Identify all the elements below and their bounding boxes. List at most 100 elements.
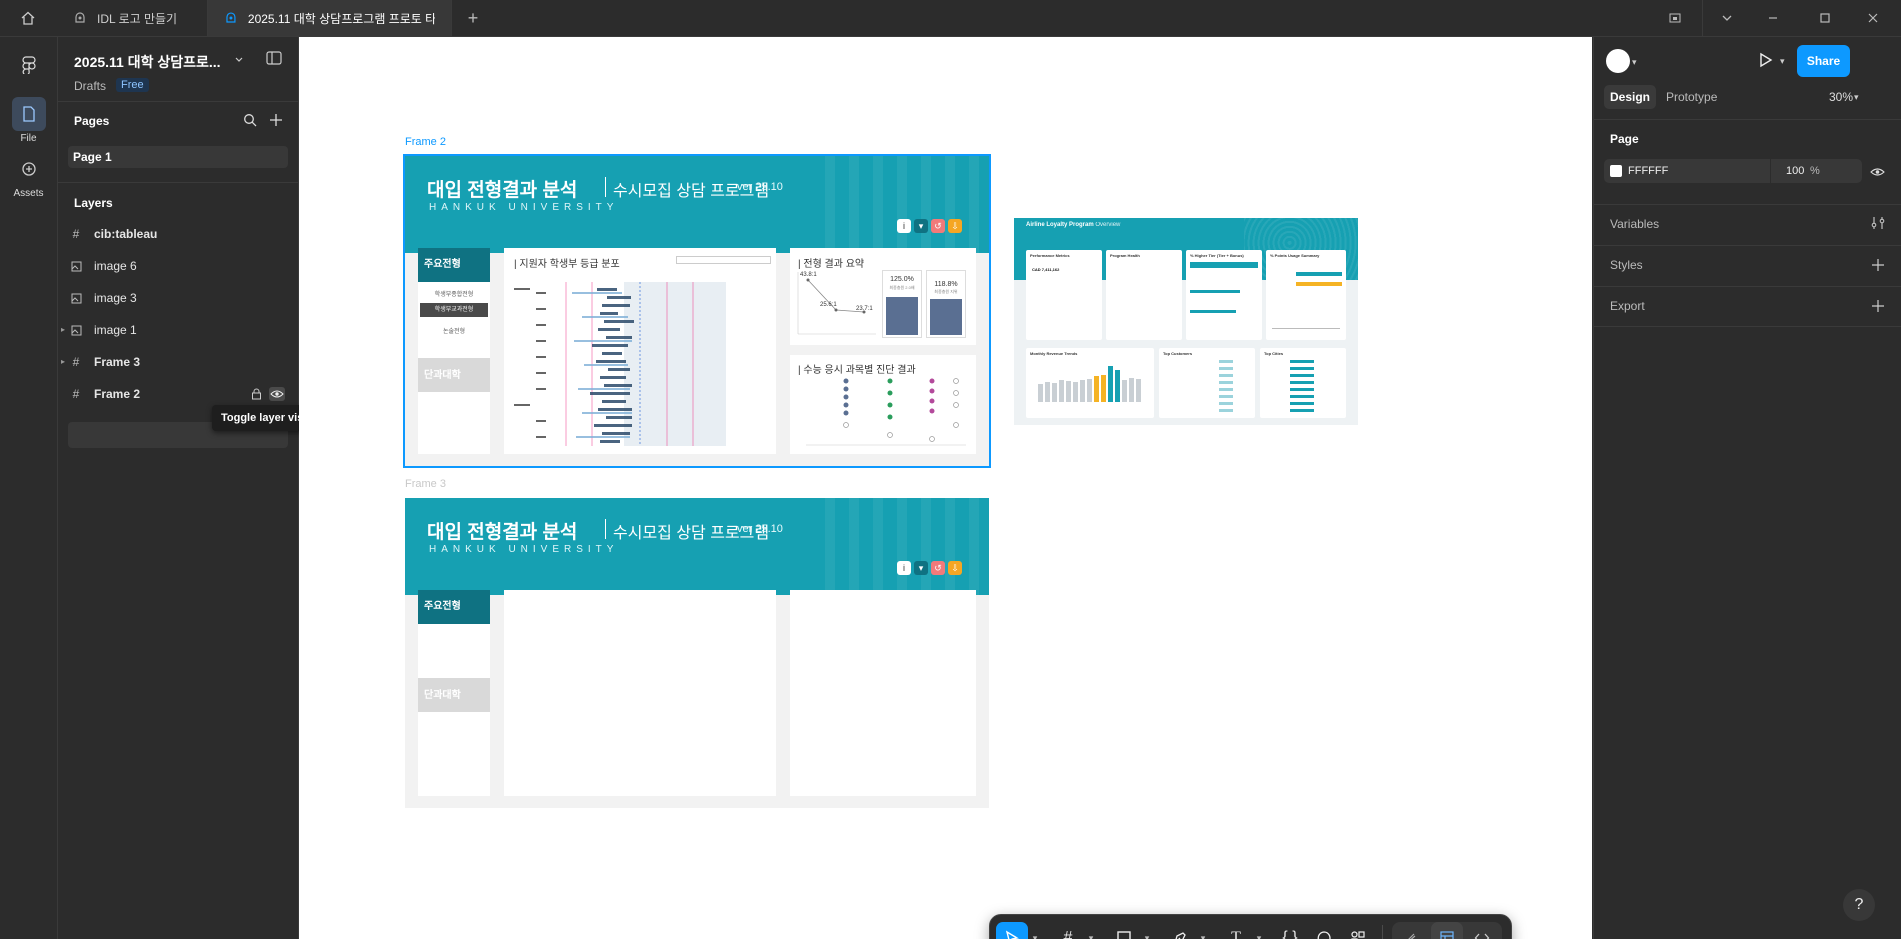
new-tab-plus-icon[interactable]: + <box>462 8 484 28</box>
help-button[interactable]: ? <box>1843 889 1875 921</box>
expand-chevron-icon[interactable]: ▸ <box>61 357 65 366</box>
college-section[interactable]: 단과대학 <box>418 678 490 712</box>
panel-icon[interactable] <box>1664 8 1686 28</box>
share-button[interactable]: Share <box>1797 45 1850 77</box>
chevron-down-icon[interactable] <box>1716 8 1738 28</box>
pen-tool-icon[interactable] <box>1164 922 1196 939</box>
header-title: 대입 전형결과 분석 <box>427 180 578 201</box>
frame-2-label[interactable]: Frame 2 <box>405 136 446 148</box>
divider <box>605 519 606 539</box>
result-summary-panel: | 전형 결과 요약 43.8:1 25.6:1 23.7:1 125.0% 최… <box>790 248 976 345</box>
info-icon[interactable]: i <box>897 561 911 575</box>
play-icon[interactable] <box>1756 51 1776 71</box>
tab-counseling-program[interactable]: 2025.11 대학 상담프로그램 프로토 타 <box>208 0 452 36</box>
file-location[interactable]: Drafts <box>74 79 106 93</box>
tab-design[interactable]: Design <box>1604 85 1656 109</box>
design-mode-icon[interactable] <box>1431 922 1463 939</box>
plan-badge[interactable]: Free <box>116 78 149 92</box>
page-opacity[interactable]: 100 <box>1786 165 1804 177</box>
page-color-hex[interactable]: FFFFFF <box>1628 165 1668 177</box>
reset-icon[interactable]: ↺ <box>931 219 945 233</box>
page-color-field[interactable]: FFFFFF 100 % <box>1604 159 1862 183</box>
divider <box>1594 325 1901 327</box>
variables-heading[interactable]: Variables <box>1610 217 1659 231</box>
expand-chevron-icon[interactable]: ▸ <box>61 325 65 334</box>
airline-title: Airline Loyalty Program <box>1026 222 1094 228</box>
card-title: Top Customers <box>1163 351 1193 356</box>
avatar[interactable] <box>1606 49 1630 73</box>
competition-line-chart <box>797 272 876 335</box>
export-heading[interactable]: Export <box>1610 299 1645 313</box>
frame-tool-icon[interactable]: # <box>1052 922 1084 939</box>
chevron-down-icon[interactable]: ▾ <box>1030 933 1040 939</box>
figma-logo-icon[interactable] <box>12 48 46 82</box>
maximize-icon[interactable] <box>1814 8 1836 28</box>
dashboard-card: Performance Metrics CAD 7,411,162 <box>1026 250 1102 340</box>
sidebar-item[interactable]: 학생부종합전형 <box>418 289 490 298</box>
chevron-down-icon[interactable]: ▾ <box>1780 56 1785 67</box>
sidebar-toggle-icon[interactable] <box>266 51 282 67</box>
chevron-down-icon[interactable]: ▾ <box>1142 933 1152 939</box>
chevron-down-icon[interactable]: ▾ <box>1254 933 1264 939</box>
add-export-plus-icon[interactable] <box>1872 299 1886 313</box>
home-icon[interactable] <box>14 8 42 28</box>
add-style-plus-icon[interactable] <box>1872 258 1886 272</box>
eye-icon[interactable] <box>269 387 285 401</box>
comment-icon[interactable] <box>1308 922 1340 939</box>
draw-mode-icon[interactable] <box>1394 922 1426 939</box>
chevron-down-icon[interactable]: ▾ <box>1086 933 1096 939</box>
dev-mode-code-icon[interactable] <box>1466 922 1498 939</box>
sidebar-item-selected[interactable]: 학생부교과전형 <box>420 303 488 317</box>
export-icon[interactable]: ⇩ <box>948 561 962 575</box>
card-title: Program Health <box>1110 253 1140 258</box>
code-braces-icon[interactable]: { } <box>1274 922 1306 939</box>
image-icon <box>68 261 84 272</box>
filter-icon[interactable]: ▾ <box>914 561 928 575</box>
tab-label: 2025.11 대학 상담프로그램 프로토 타 <box>247 11 435 26</box>
text-tool-icon[interactable]: T <box>1220 922 1252 939</box>
frame-3[interactable]: 대입 전형결과 분석 수시모집 상담 프로그램 ver 25.10 HANKUK… <box>405 498 989 808</box>
reset-icon[interactable]: ↺ <box>931 561 945 575</box>
adjust-icon[interactable] <box>1871 216 1887 230</box>
college-section[interactable]: 단과대학 <box>418 358 490 392</box>
color-swatch[interactable] <box>1610 165 1622 177</box>
export-icon[interactable]: ⇩ <box>948 219 962 233</box>
sidebar-item[interactable]: 논술전형 <box>418 326 490 335</box>
zoom-level[interactable]: 30% <box>1829 90 1853 104</box>
page-item-page-1[interactable]: Page 1 <box>68 146 288 168</box>
empty-panel <box>504 590 776 796</box>
file-rail-button[interactable] <box>12 97 46 131</box>
search-icon[interactable] <box>243 113 259 129</box>
move-tool-cursor-icon[interactable] <box>996 922 1028 939</box>
frame-3-label[interactable]: Frame 3 <box>405 478 446 490</box>
file-rail-label: File <box>20 133 37 144</box>
frame-2[interactable]: 대입 전형결과 분석 수시모집 상담 프로그램 ver 25.10 HANKUK… <box>403 154 991 468</box>
canvas[interactable]: Frame 2 대입 전형결과 분석 수시모집 상담 프로그램 ver 25.1… <box>299 37 1592 939</box>
lock-icon[interactable] <box>251 387 265 401</box>
card-title: Performance Metrics <box>1030 253 1070 258</box>
rectangle-tool-icon[interactable] <box>1108 922 1140 939</box>
chevron-down-icon[interactable]: ▾ <box>1198 933 1208 939</box>
minimize-icon[interactable] <box>1762 8 1784 28</box>
divider <box>1594 244 1901 246</box>
airline-dashboard-image[interactable]: Airline Loyalty Program Overview Perform… <box>1014 218 1358 425</box>
add-page-plus-icon[interactable] <box>269 113 285 129</box>
filter-icon[interactable]: ▾ <box>914 219 928 233</box>
tab-prototype[interactable]: Prototype <box>1666 90 1717 104</box>
file-name[interactable]: 2025.11 대학 상담프로... <box>74 52 254 72</box>
panel-search-box[interactable] <box>676 256 771 264</box>
layer-label: Frame 3 <box>94 355 141 369</box>
file-menu-chevron-icon[interactable] <box>234 52 248 66</box>
eye-icon[interactable] <box>1870 165 1886 179</box>
chevron-down-icon[interactable]: ▾ <box>1632 57 1637 68</box>
styles-heading[interactable]: Styles <box>1610 258 1643 272</box>
assets-rail-button[interactable] <box>12 152 46 186</box>
actions-icon[interactable] <box>1342 922 1374 939</box>
info-icon[interactable]: i <box>897 219 911 233</box>
close-icon[interactable] <box>1862 8 1884 28</box>
dashboard-card: % Higher Tier (Tier + Bonus) <box>1186 250 1262 340</box>
progress-bar <box>1190 262 1258 268</box>
chevron-down-icon[interactable]: ▾ <box>1854 92 1859 103</box>
tab-idl-logo[interactable]: IDL 로고 만들기 <box>57 0 208 36</box>
left-rail: File Assets <box>0 37 58 939</box>
